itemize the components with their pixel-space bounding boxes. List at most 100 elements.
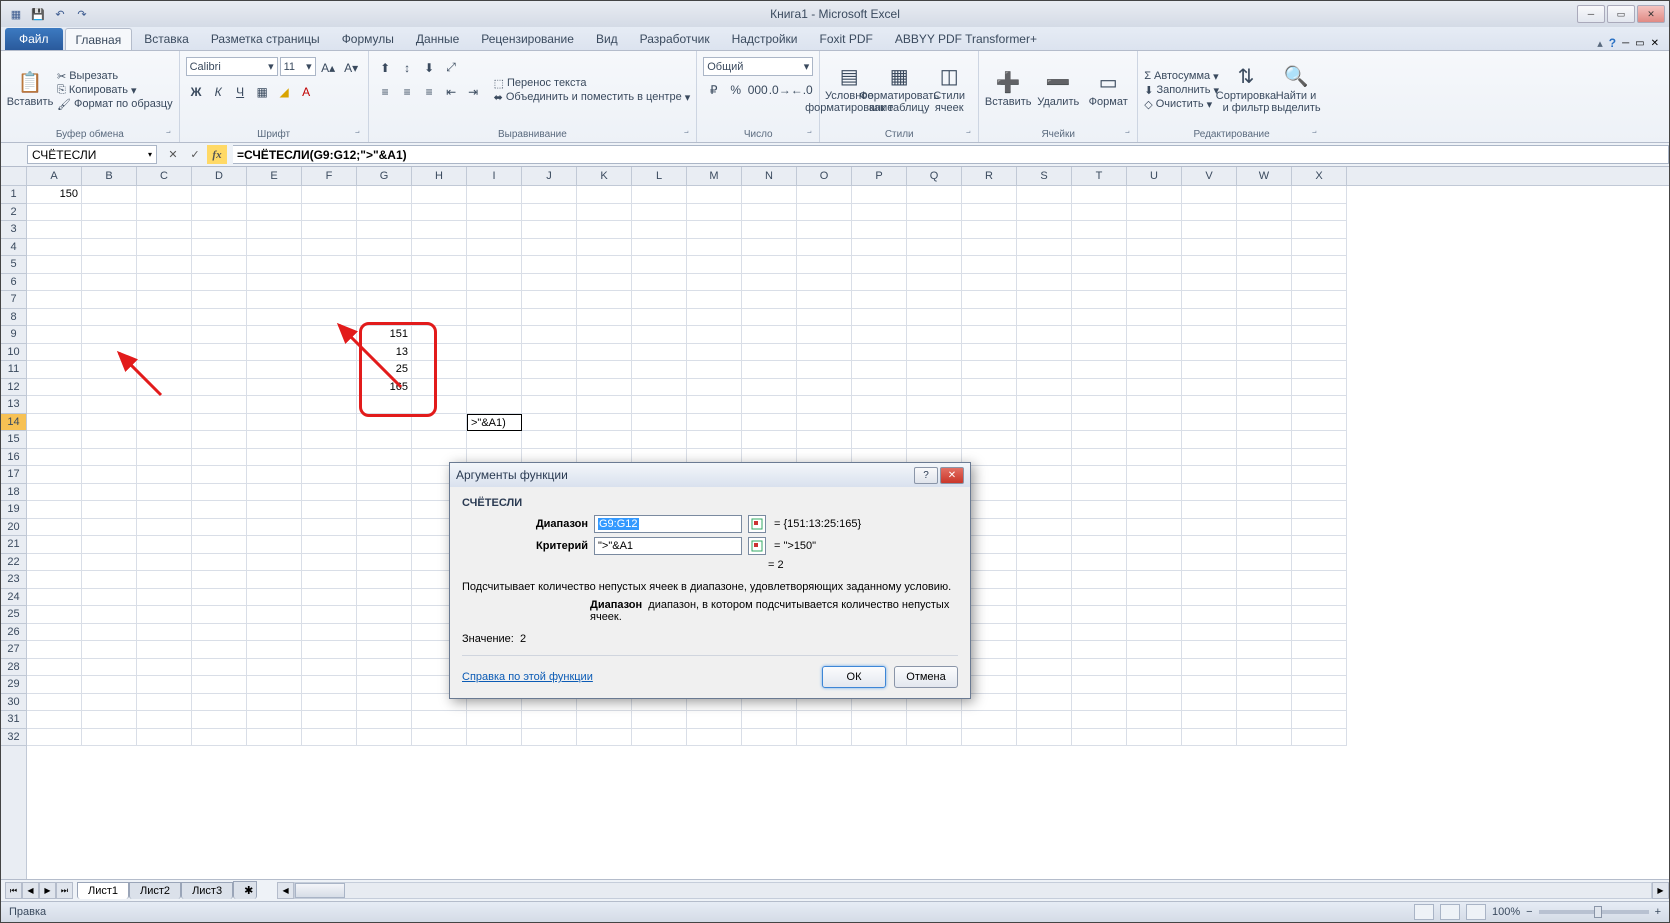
cell-G10[interactable]: 13 (357, 344, 412, 362)
row-header[interactable]: 6 (1, 274, 26, 292)
range-ref-button[interactable] (748, 515, 766, 533)
col-header[interactable]: F (302, 167, 357, 185)
row-header[interactable]: 13 (1, 396, 26, 414)
font-size-select[interactable]: 11▾ (280, 57, 316, 76)
h-scrollbar[interactable] (294, 882, 1652, 899)
comma-button[interactable]: 000 (747, 79, 768, 100)
col-header[interactable]: L (632, 167, 687, 185)
view-break-button[interactable] (1466, 904, 1486, 920)
orientation-button[interactable]: ⤢ (441, 57, 462, 78)
tab-developer[interactable]: Разработчик (630, 28, 720, 50)
border-button[interactable]: ▦ (252, 81, 273, 102)
sheet-nav-first[interactable]: ⏮ (5, 882, 22, 899)
italic-button[interactable]: К (208, 81, 229, 102)
grow-font-button[interactable]: A▴ (318, 57, 339, 78)
row-header[interactable]: 22 (1, 554, 26, 572)
dialog-close-button[interactable]: ✕ (940, 467, 964, 484)
row-header[interactable]: 2 (1, 204, 26, 222)
col-header[interactable]: E (247, 167, 302, 185)
tab-home[interactable]: Главная (65, 28, 133, 50)
wrap-text-button[interactable]: ⬚ Перенос текста (494, 77, 691, 90)
row-header[interactable]: 19 (1, 501, 26, 519)
range-input[interactable]: G9:G12 (594, 515, 742, 533)
col-header[interactable]: H (412, 167, 467, 185)
cut-button[interactable]: ✂ Вырезать (57, 70, 173, 83)
font-family-select[interactable]: Calibri▾ (186, 57, 278, 76)
align-bottom-button[interactable]: ⬇ (419, 57, 440, 78)
row-header[interactable]: 21 (1, 536, 26, 554)
indent-dec-button[interactable]: ⇤ (441, 81, 462, 102)
row-header[interactable]: 7 (1, 291, 26, 309)
tab-layout[interactable]: Разметка страницы (201, 28, 330, 50)
col-header[interactable]: Q (907, 167, 962, 185)
close-button[interactable]: ✕ (1637, 5, 1665, 23)
redo-icon[interactable]: ↷ (73, 5, 91, 23)
minimize-ribbon-icon[interactable]: ▴ (1597, 37, 1603, 50)
row-header[interactable]: 3 (1, 221, 26, 239)
row-header[interactable]: 24 (1, 589, 26, 607)
bold-button[interactable]: Ж (186, 81, 207, 102)
col-header[interactable]: T (1072, 167, 1127, 185)
row-header[interactable]: 27 (1, 641, 26, 659)
row-header[interactable]: 12 (1, 379, 26, 397)
merge-center-button[interactable]: ⬌ Объединить и поместить в центре ▾ (494, 91, 691, 104)
inc-decimal-button[interactable]: .0→ (769, 79, 790, 100)
sheet-tab[interactable]: Лист3 (181, 882, 233, 899)
sheet-tab[interactable]: Лист2 (129, 882, 181, 899)
col-header[interactable]: V (1182, 167, 1237, 185)
shrink-font-button[interactable]: A▾ (341, 57, 362, 78)
criteria-ref-button[interactable] (748, 537, 766, 555)
row-header[interactable]: 1 (1, 186, 26, 204)
doc-close-icon[interactable]: ✕ (1651, 38, 1659, 49)
sort-filter-button[interactable]: ⇅Сортировка и фильтр (1223, 53, 1269, 127)
sheet-nav-last[interactable]: ⏭ (56, 882, 73, 899)
file-tab[interactable]: Файл (5, 28, 63, 50)
tab-review[interactable]: Рецензирование (471, 28, 584, 50)
find-select-button[interactable]: 🔍Найти и выделить (1273, 53, 1319, 127)
row-header[interactable]: 4 (1, 239, 26, 257)
new-sheet-button[interactable]: ✱ (233, 881, 257, 899)
sheet-nav-next[interactable]: ▶ (39, 882, 56, 899)
percent-button[interactable]: % (725, 79, 746, 100)
cell-G12[interactable]: 165 (357, 379, 412, 397)
tab-insert[interactable]: Вставка (134, 28, 199, 50)
col-header[interactable]: G (357, 167, 412, 185)
delete-button[interactable]: ➖Удалить (1035, 53, 1081, 127)
help-icon[interactable]: ? (1609, 36, 1616, 50)
tab-addins[interactable]: Надстройки (722, 28, 808, 50)
col-header[interactable]: X (1292, 167, 1347, 185)
row-header[interactable]: 17 (1, 466, 26, 484)
row-header[interactable]: 16 (1, 449, 26, 467)
name-box[interactable]: СЧЁТЕСЛИ▾ (27, 145, 157, 164)
col-header[interactable]: D (192, 167, 247, 185)
underline-button[interactable]: Ч (230, 81, 251, 102)
sheet-nav-prev[interactable]: ◀ (22, 882, 39, 899)
row-header[interactable]: 25 (1, 606, 26, 624)
insert-button[interactable]: ➕Вставить (985, 53, 1031, 127)
align-center-button[interactable]: ≡ (397, 81, 418, 102)
fx-button[interactable]: fx (207, 145, 227, 164)
col-header[interactable]: R (962, 167, 1017, 185)
row-header[interactable]: 28 (1, 659, 26, 677)
view-layout-button[interactable] (1440, 904, 1460, 920)
paste-button[interactable]: 📋Вставить (7, 53, 53, 127)
enter-formula-button[interactable]: ✓ (185, 145, 205, 164)
font-color-button[interactable]: A (296, 81, 317, 102)
format-table-button[interactable]: ▦Форматировать как таблицу (876, 53, 922, 127)
indent-inc-button[interactable]: ⇥ (463, 81, 484, 102)
doc-min-icon[interactable]: ─ (1622, 38, 1629, 49)
cancel-button[interactable]: Отмена (894, 666, 958, 688)
col-header[interactable]: A (27, 167, 82, 185)
zoom-out-button[interactable]: − (1526, 906, 1532, 918)
row-header[interactable]: 18 (1, 484, 26, 502)
cell-I14[interactable]: >"&A1) (467, 414, 522, 432)
row-header[interactable]: 30 (1, 694, 26, 712)
zoom-slider[interactable] (1539, 910, 1649, 914)
currency-button[interactable]: ₽ (703, 79, 724, 100)
col-header[interactable]: W (1237, 167, 1292, 185)
sheet-tab[interactable]: Лист1 (77, 882, 129, 899)
cell-G9[interactable]: 151 (357, 326, 412, 344)
tab-foxit[interactable]: Foxit PDF (809, 28, 882, 50)
row-header[interactable]: 10 (1, 344, 26, 362)
col-header[interactable]: C (137, 167, 192, 185)
